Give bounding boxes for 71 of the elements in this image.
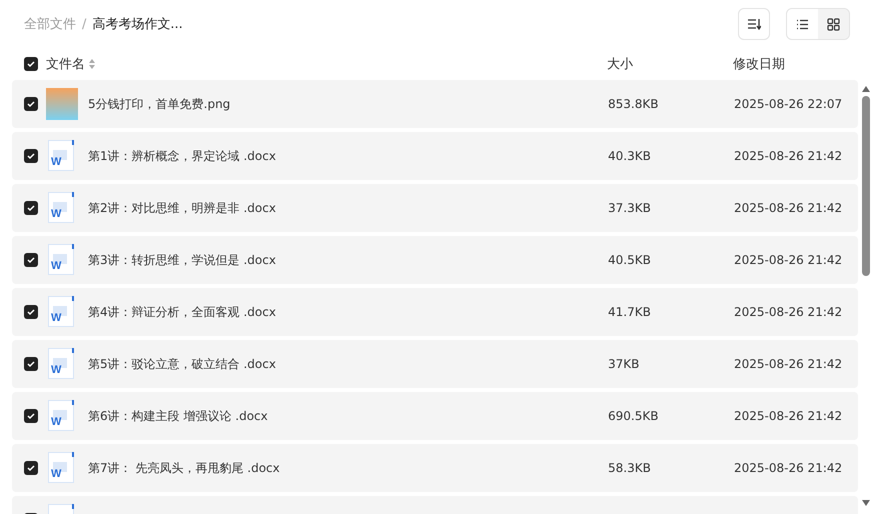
file-name: 5分钱打印，首单免费.png xyxy=(88,96,232,112)
check-icon xyxy=(27,360,35,368)
word-document-icon: W xyxy=(48,348,76,380)
breadcrumb-separator: / xyxy=(82,16,86,32)
checkbox[interactable] xyxy=(24,149,38,163)
modified-date: 2025-08-26 21:42 xyxy=(734,409,842,423)
file-row[interactable]: W 第3讲：转折思维，学说但是 .docx 40.5KB 2025-08-26 21:42 xyxy=(12,236,858,284)
word-document-icon: W xyxy=(48,140,76,172)
word-document-icon: W xyxy=(48,296,76,328)
check-icon xyxy=(27,464,35,472)
file-size: 37KB xyxy=(608,357,640,371)
file-row[interactable]: 5分钱打印，首单免费.png 853.8KB 2025-08-26 22:07 xyxy=(12,80,858,128)
photo-placeholder xyxy=(46,88,78,120)
modified-date: 2025-08-26 21:42 xyxy=(734,149,842,163)
file-size: 37.3KB xyxy=(608,201,652,215)
checkbox[interactable] xyxy=(24,57,38,71)
word-document-icon: W xyxy=(48,192,76,224)
check-icon xyxy=(27,100,35,108)
checkbox[interactable] xyxy=(24,305,38,319)
file-name: 第6讲：构建主段 增强议论 .docx xyxy=(88,408,269,424)
scrollbar-thumb[interactable] xyxy=(862,96,870,276)
file-name: 第4讲：辩证分析，全面客观 .docx xyxy=(88,304,277,320)
file-name: 第7讲： 先亮凤头，再甩豹尾 .docx xyxy=(88,460,281,476)
check-icon xyxy=(27,204,35,212)
checkbox[interactable] xyxy=(24,409,38,423)
sort-button[interactable] xyxy=(738,8,770,40)
modified-date: 2025-08-26 21:42 xyxy=(734,253,842,267)
file-size: 41.7KB xyxy=(608,305,652,319)
column-header: 大小 xyxy=(607,56,634,73)
word-document-icon: W xyxy=(48,452,76,484)
list-icon xyxy=(796,18,809,30)
file-row[interactable]: W 第5讲：驳论立意，破立结合 .docx 37KB 2025-08-26 21:42 xyxy=(12,340,858,388)
word-document-icon: W xyxy=(48,244,76,276)
checkbox[interactable] xyxy=(24,461,38,475)
file-name: 第5讲：驳论立意，破立结合 .docx xyxy=(88,356,277,372)
file-row[interactable]: W 第7讲： 先亮凤头，再甩豹尾 .docx 58.3KB 2025-08-26 21:42 xyxy=(12,444,858,492)
modified-date: 2025-08-26 21:42 xyxy=(734,357,842,371)
check-icon xyxy=(27,256,35,264)
check-icon xyxy=(27,60,35,68)
column-header: 修改日期 xyxy=(733,56,785,73)
check-icon xyxy=(27,152,35,160)
checkbox[interactable] xyxy=(24,201,38,215)
file-row[interactable]: W 第6讲：构建主段 增强议论 .docx 690.5KB 2025-08-26 21:42 xyxy=(12,392,858,440)
modified-date: 2025-08-26 22:07 xyxy=(734,97,842,111)
grid-icon xyxy=(827,18,840,30)
modified-date: 2025-08-26 21:42 xyxy=(734,201,842,215)
file-row[interactable]: W 第1讲：辨析概念，界定论域 .docx 40.3KB 2025-08-26 21:42 xyxy=(12,132,858,180)
file-name: 第1讲：辨析概念，界定论域 .docx xyxy=(88,148,277,164)
file-size: 58.3KB xyxy=(608,461,652,475)
checkbox[interactable] xyxy=(24,97,38,111)
file-size: 40.3KB xyxy=(608,149,652,163)
column-header: 文件名 xyxy=(46,56,85,73)
check-icon xyxy=(27,412,35,420)
file-size: 40.5KB xyxy=(608,253,652,267)
list-view-button[interactable] xyxy=(787,9,818,39)
file-size: 690.5KB xyxy=(608,409,660,423)
file-name: 第3讲：转折思维，学说但是 .docx xyxy=(88,252,277,268)
check-icon xyxy=(27,308,35,316)
file-name: 第2讲：对比思维，明辨是非 .docx xyxy=(88,200,277,216)
word-document-icon: W xyxy=(48,400,76,432)
file-row[interactable]: W 第4讲：辩证分析，全面客观 .docx 41.7KB 2025-08-26 21:42 xyxy=(12,288,858,336)
checkbox[interactable] xyxy=(24,357,38,371)
sort-icon xyxy=(747,18,761,30)
scroll-up-icon[interactable] xyxy=(862,86,870,92)
file-row[interactable]: W 第2讲：对比思维，明辨是非 .docx 37.3KB 2025-08-26 21:42 xyxy=(12,184,858,232)
breadcrumb-item[interactable]: 高考考场作文... xyxy=(92,15,183,33)
file-size: 853.8KB xyxy=(608,97,660,111)
checkbox[interactable] xyxy=(24,253,38,267)
modified-date: 2025-08-26 21:42 xyxy=(734,461,842,475)
scroll-down-icon[interactable] xyxy=(862,500,870,506)
modified-date: 2025-08-26 21:42 xyxy=(734,305,842,319)
